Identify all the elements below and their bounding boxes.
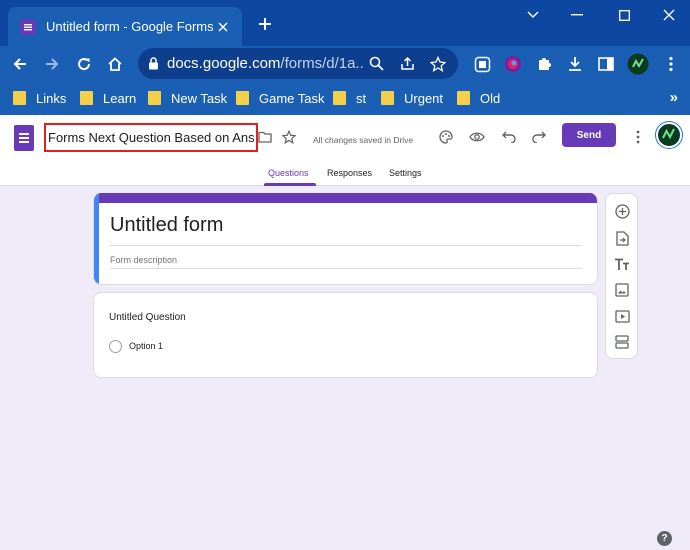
card-accent-bar xyxy=(94,193,597,203)
question-card[interactable]: Untitled Question Option 1 xyxy=(93,292,598,378)
tab-settings[interactable]: Settings xyxy=(389,168,422,178)
bookmark-urgent[interactable]: Urgent xyxy=(381,90,443,106)
share-icon[interactable] xyxy=(396,53,418,75)
folder-icon xyxy=(148,91,161,105)
form-description-field[interactable]: Form description xyxy=(110,255,177,265)
radio-button-icon xyxy=(109,340,122,353)
form-title-card[interactable]: Untitled form Form description xyxy=(93,193,598,285)
address-bar[interactable]: docs.google.com/forms/d/1a... xyxy=(138,48,458,79)
folder-icon xyxy=(236,91,249,105)
move-to-folder-icon[interactable] xyxy=(255,127,275,147)
customize-theme-palette-icon[interactable] xyxy=(436,127,456,147)
bookmark-label: Urgent xyxy=(404,90,444,106)
browser-toolbar: docs.google.com/forms/d/1a... xyxy=(0,46,690,82)
bookmark-label: st xyxy=(356,90,367,106)
bookmark-links[interactable]: Links xyxy=(13,90,66,106)
forms-header: All changes saved in Drive Send Question… xyxy=(0,115,690,186)
option-label[interactable]: Option 1 xyxy=(129,341,163,351)
add-section-icon[interactable] xyxy=(612,332,632,352)
browser-tab[interactable]: Untitled form - Google Forms xyxy=(8,7,242,46)
undo-icon[interactable] xyxy=(499,127,519,147)
add-image-icon[interactable] xyxy=(612,280,632,300)
url-text: docs.google.com/forms/d/1a... xyxy=(167,55,365,72)
folder-icon xyxy=(80,91,93,105)
extensions-puzzle-icon[interactable] xyxy=(532,52,556,76)
tab-title: Untitled form - Google Forms xyxy=(46,19,214,34)
reload-icon[interactable] xyxy=(71,51,97,77)
save-status: All changes saved in Drive xyxy=(313,135,414,145)
close-tab-icon[interactable] xyxy=(214,18,232,36)
folder-icon xyxy=(381,91,394,105)
bookmark-label: Old xyxy=(480,90,501,106)
tab-questions[interactable]: Questions xyxy=(268,168,309,178)
browser-menu-icon[interactable] xyxy=(659,52,683,76)
bookmark-game-task[interactable]: Game Task xyxy=(236,90,325,106)
color-extension-icon[interactable] xyxy=(501,52,525,76)
screenshot-extension-icon[interactable] xyxy=(470,52,494,76)
browser-tab-strip: Untitled form - Google Forms xyxy=(0,0,690,46)
zoom-search-icon[interactable] xyxy=(365,53,387,75)
preview-eye-icon[interactable] xyxy=(467,127,487,147)
back-arrow-icon[interactable] xyxy=(7,51,33,77)
profile-avatar-icon[interactable] xyxy=(626,52,650,76)
folder-icon xyxy=(13,91,26,105)
download-icon[interactable] xyxy=(563,52,587,76)
more-bookmarks-chevron-icon[interactable]: » xyxy=(670,89,678,106)
send-button[interactable]: Send xyxy=(562,123,616,147)
folder-icon xyxy=(333,91,346,105)
bookmark-label: Game Task xyxy=(259,90,325,106)
google-forms-favicon xyxy=(20,18,36,35)
question-toolbar xyxy=(605,193,638,359)
form-title[interactable]: Untitled form xyxy=(110,214,223,237)
home-icon[interactable] xyxy=(102,51,128,77)
add-title-text-icon[interactable] xyxy=(612,254,632,274)
bookmark-label: New Task xyxy=(171,90,228,106)
help-icon[interactable]: ? xyxy=(657,531,672,546)
bookmark-old[interactable]: Old xyxy=(457,90,500,106)
bookmark-new-task[interactable]: New Task xyxy=(148,90,227,106)
folder-icon xyxy=(457,91,470,105)
import-questions-icon[interactable] xyxy=(612,228,632,248)
bookmark-st[interactable]: st xyxy=(333,90,366,106)
lock-icon[interactable] xyxy=(148,57,159,70)
title-underline xyxy=(110,245,582,246)
tab-search-chevron-icon[interactable] xyxy=(521,4,545,26)
card-focus-indicator xyxy=(94,193,99,284)
bookmark-learn[interactable]: Learn xyxy=(80,90,136,106)
bookmark-label: Learn xyxy=(103,90,137,106)
description-underline xyxy=(110,268,582,269)
add-video-icon[interactable] xyxy=(612,306,632,326)
tab-responses[interactable]: Responses xyxy=(327,168,372,178)
bookmark-label: Links xyxy=(36,90,67,106)
more-options-icon[interactable] xyxy=(628,127,648,147)
active-tab-indicator xyxy=(264,183,316,186)
side-panel-icon[interactable] xyxy=(594,52,618,76)
url-path: /forms/d/1a... xyxy=(280,55,365,72)
forward-arrow-icon[interactable] xyxy=(39,51,65,77)
form-tabs: Questions Responses Settings xyxy=(0,167,690,186)
question-title[interactable]: Untitled Question xyxy=(109,312,186,323)
redo-icon[interactable] xyxy=(529,127,549,147)
star-icon[interactable] xyxy=(279,127,299,147)
new-tab-icon[interactable] xyxy=(254,13,276,35)
form-title-input[interactable] xyxy=(44,123,258,152)
close-window-icon[interactable] xyxy=(657,4,681,26)
account-avatar[interactable] xyxy=(656,122,682,148)
bookmarks-bar: Links Learn New Task Game Task st Urgent… xyxy=(0,82,690,115)
maximize-icon[interactable] xyxy=(612,4,636,26)
bookmark-star-icon[interactable] xyxy=(427,53,449,75)
url-domain: docs.google.com xyxy=(167,55,281,72)
google-forms-logo-icon[interactable] xyxy=(14,125,34,151)
minimize-icon[interactable] xyxy=(565,4,589,26)
add-question-icon[interactable] xyxy=(612,201,632,221)
